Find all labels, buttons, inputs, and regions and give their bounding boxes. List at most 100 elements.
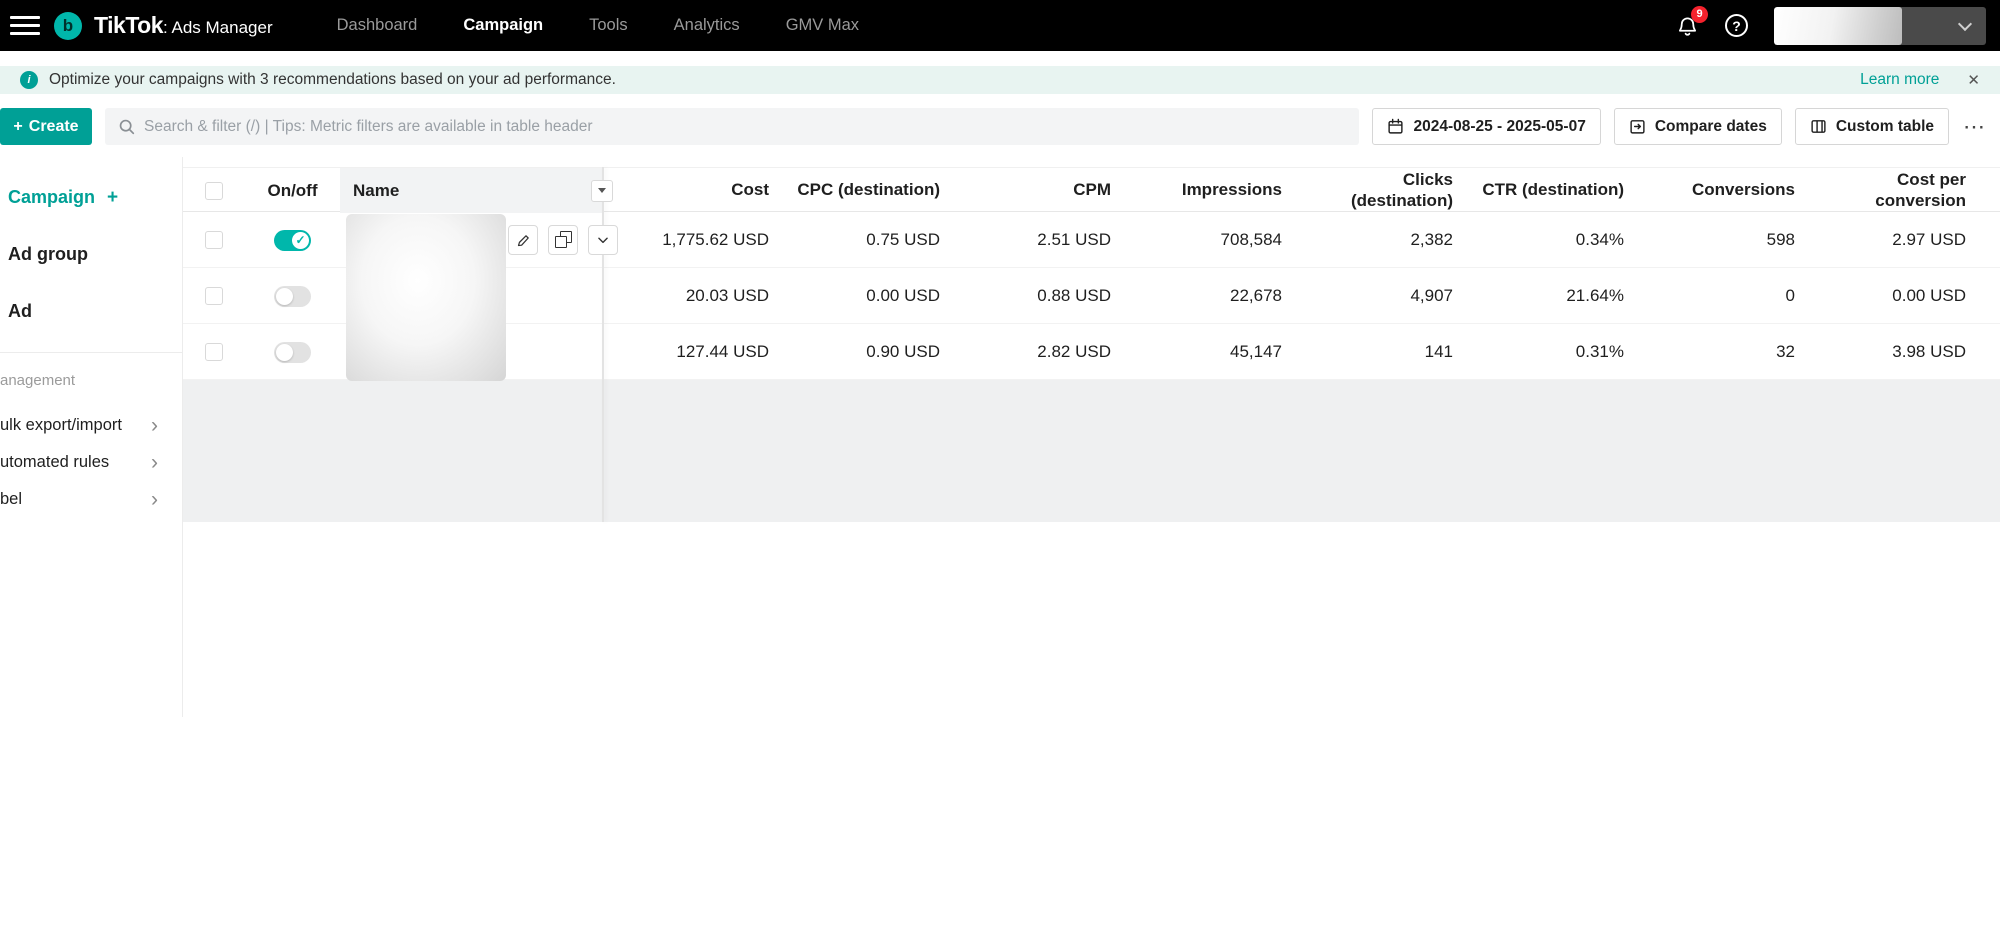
chevron-right-icon: › bbox=[151, 488, 158, 511]
plus-icon: + bbox=[107, 186, 119, 208]
sidebar-section-management: anagement bbox=[0, 371, 76, 389]
cell-impressions: 708,584 bbox=[1220, 230, 1282, 249]
table-header-row: On/off Name Cost CPC (destination) CPM I… bbox=[183, 167, 2000, 213]
nav-item-gmv-max[interactable]: GMV Max bbox=[786, 16, 859, 35]
column-header-cpm[interactable]: CPM bbox=[944, 180, 1115, 200]
column-header-conversions[interactable]: Conversions bbox=[1628, 180, 1799, 200]
cell-cost: 1,775.62 USD bbox=[662, 230, 769, 249]
more-options-button[interactable]: ⋯ bbox=[1963, 115, 1986, 138]
campaign-toolbar: + Create 2024-08-25 - 2025-05-07 Compare… bbox=[0, 108, 2000, 145]
onoff-toggle[interactable] bbox=[274, 341, 311, 363]
search-input[interactable] bbox=[144, 117, 1347, 136]
cell-ctr: 21.64% bbox=[1566, 286, 1624, 305]
column-header-onoff: On/off bbox=[267, 180, 318, 200]
column-header-cost[interactable]: Cost bbox=[602, 180, 773, 200]
onoff-toggle[interactable] bbox=[274, 229, 311, 251]
onoff-toggle[interactable] bbox=[274, 285, 311, 307]
create-button[interactable]: + Create bbox=[0, 108, 92, 145]
nav-item-campaign[interactable]: Campaign bbox=[463, 16, 543, 35]
top-navigation: Dashboard Campaign Tools Analytics GMV M… bbox=[337, 16, 859, 35]
sidebar-item-label[interactable]: bel › bbox=[0, 481, 182, 518]
column-header-cpc[interactable]: CPC (destination) bbox=[773, 180, 944, 200]
chevron-down-icon bbox=[598, 237, 608, 244]
ads-manager-page: b TikTok: Ads Manager Dashboard Campaign… bbox=[0, 0, 2000, 950]
search-bar[interactable] bbox=[105, 108, 1360, 145]
row-actions bbox=[508, 225, 618, 255]
cell-conversions: 598 bbox=[1766, 230, 1795, 249]
campaign-table: On/off Name Cost CPC (destination) CPM I… bbox=[183, 167, 2000, 522]
recommendation-banner: i Optimize your campaigns with 3 recomme… bbox=[0, 66, 2000, 94]
cell-conversions: 0 bbox=[1785, 286, 1795, 305]
redacted-campaign-names bbox=[346, 214, 506, 381]
cell-cpm: 2.51 USD bbox=[1037, 230, 1111, 249]
nav-item-tools[interactable]: Tools bbox=[589, 16, 628, 35]
row-checkbox[interactable] bbox=[205, 287, 223, 305]
column-header-name[interactable]: Name bbox=[340, 168, 613, 213]
notification-count-badge: 9 bbox=[1691, 5, 1708, 23]
sidebar-item-bulk-export-import[interactable]: ulk export/import › bbox=[0, 407, 182, 444]
columns-icon bbox=[1811, 120, 1826, 133]
sidebar-divider bbox=[0, 352, 182, 353]
compare-dates-icon bbox=[1630, 120, 1645, 134]
column-header-cost-per-conversion[interactable]: Cost per conversion bbox=[1799, 170, 1970, 210]
row-checkbox[interactable] bbox=[205, 231, 223, 249]
plus-icon: + bbox=[13, 117, 23, 135]
cell-clicks: 141 bbox=[1424, 342, 1453, 361]
frozen-column-divider[interactable] bbox=[602, 167, 604, 522]
copy-icon bbox=[554, 230, 572, 248]
help-icon[interactable]: ? bbox=[1725, 14, 1748, 37]
row-checkbox[interactable] bbox=[205, 343, 223, 361]
banner-message: Optimize your campaigns with 3 recommend… bbox=[49, 71, 616, 88]
cell-cost-per-conversion: 3.98 USD bbox=[1892, 342, 1966, 361]
cell-cpc: 0.00 USD bbox=[866, 286, 940, 305]
nav-item-analytics[interactable]: Analytics bbox=[674, 16, 740, 35]
cell-cost-per-conversion: 2.97 USD bbox=[1892, 230, 1966, 249]
cell-cpc: 0.75 USD bbox=[866, 230, 940, 249]
cell-cpc: 0.90 USD bbox=[866, 342, 940, 361]
top-nav-bar: b TikTok: Ads Manager Dashboard Campaign… bbox=[0, 0, 2000, 51]
select-all-checkbox[interactable] bbox=[205, 181, 223, 200]
learn-more-link[interactable]: Learn more bbox=[1860, 71, 1939, 89]
brand-title: TikTok: Ads Manager bbox=[94, 12, 273, 38]
cell-impressions: 45,147 bbox=[1230, 342, 1282, 361]
sidebar: Campaign + Ad group Ad anagement ulk exp… bbox=[0, 157, 183, 717]
expand-icon-button[interactable] bbox=[588, 225, 618, 255]
account-name-redacted bbox=[1774, 6, 1902, 45]
chevron-right-icon: › bbox=[151, 451, 158, 474]
nav-item-dashboard[interactable]: Dashboard bbox=[337, 16, 418, 35]
sidebar-item-ad-group[interactable]: Ad group bbox=[0, 226, 182, 283]
table-empty-area bbox=[183, 380, 2000, 522]
date-range-button[interactable]: 2024-08-25 - 2025-05-07 bbox=[1372, 108, 1601, 145]
calendar-icon bbox=[1388, 118, 1404, 134]
sidebar-item-automated-rules[interactable]: utomated rules › bbox=[0, 444, 182, 481]
notifications-bell-icon[interactable]: 9 bbox=[1676, 5, 1708, 38]
cell-clicks: 4,907 bbox=[1410, 286, 1453, 305]
cell-cost: 20.03 USD bbox=[685, 286, 769, 305]
sidebar-item-ad[interactable]: Ad bbox=[0, 283, 182, 340]
caret-down-icon bbox=[598, 188, 606, 193]
cell-cpm: 2.82 USD bbox=[1037, 342, 1111, 361]
pencil-icon bbox=[517, 234, 529, 246]
cell-impressions: 22,678 bbox=[1230, 286, 1282, 305]
custom-table-button[interactable]: Custom table bbox=[1794, 108, 1949, 145]
cell-cpm: 0.88 USD bbox=[1037, 286, 1111, 305]
column-header-ctr[interactable]: CTR (destination) bbox=[1457, 180, 1628, 200]
cell-cost-per-conversion: 0.00 USD bbox=[1892, 286, 1966, 305]
sidebar-item-campaign[interactable]: Campaign + bbox=[0, 169, 182, 226]
column-header-impressions[interactable]: Impressions bbox=[1115, 180, 1286, 200]
column-header-clicks[interactable]: Clicks (destination) bbox=[1286, 170, 1457, 210]
chevron-down-icon bbox=[1957, 16, 1973, 31]
account-menu[interactable] bbox=[1774, 6, 1986, 45]
cell-ctr: 0.31% bbox=[1575, 342, 1624, 361]
name-column-dropdown[interactable] bbox=[591, 179, 613, 202]
close-icon[interactable]: ✕ bbox=[1967, 71, 1980, 89]
account-logo[interactable]: b bbox=[54, 11, 82, 40]
cell-cost: 127.44 USD bbox=[676, 342, 769, 361]
copy-icon-button[interactable] bbox=[548, 225, 578, 255]
cell-clicks: 2,382 bbox=[1410, 230, 1453, 249]
cell-conversions: 32 bbox=[1776, 342, 1795, 361]
edit-icon-button[interactable] bbox=[508, 225, 538, 255]
hamburger-menu-icon[interactable] bbox=[10, 16, 40, 35]
compare-dates-button[interactable]: Compare dates bbox=[1613, 108, 1782, 145]
chevron-right-icon: › bbox=[151, 414, 158, 437]
